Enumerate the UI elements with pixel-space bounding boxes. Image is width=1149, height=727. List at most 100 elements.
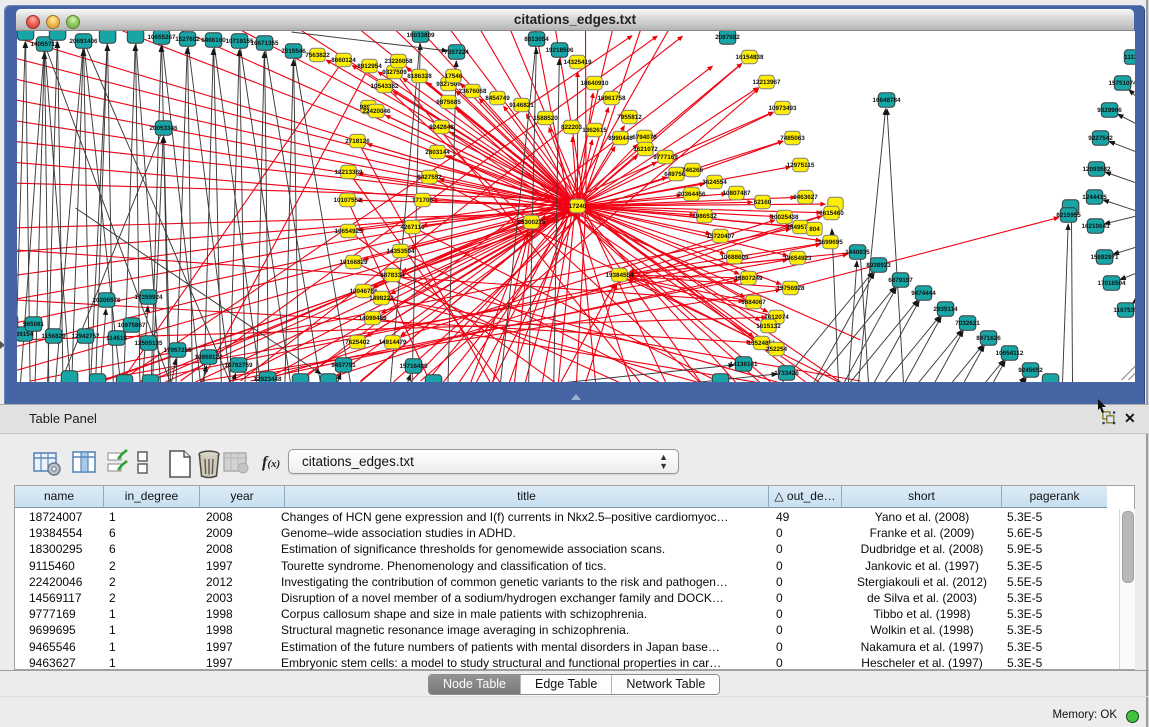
svg-text:985081: 985081 [22, 321, 44, 328]
svg-text:114515: 114515 [106, 335, 127, 342]
svg-text:1156829: 1156829 [41, 333, 66, 340]
svg-text:10654112: 10654112 [995, 350, 1023, 357]
svg-text:19218506: 19218506 [545, 47, 574, 54]
svg-text:20053346: 20053346 [149, 125, 178, 132]
svg-text:19654923: 19654923 [783, 255, 812, 262]
svg-text:62160: 62160 [753, 199, 771, 206]
svg-text:9329966: 9329966 [1097, 107, 1122, 114]
svg-text:10543382: 10543382 [370, 83, 399, 90]
svg-text:1588520: 1588520 [533, 115, 558, 122]
svg-text:9777169: 9777169 [653, 154, 678, 161]
svg-text:10107552: 10107552 [333, 197, 362, 204]
svg-text:4267110: 4267110 [400, 224, 425, 231]
svg-text:12975115: 12975115 [786, 162, 814, 169]
svg-text:23226058: 23226058 [384, 58, 413, 65]
svg-text:9457791: 9457791 [331, 362, 356, 369]
svg-text:16671355: 16671355 [250, 40, 279, 47]
svg-text:7955812: 7955812 [617, 114, 642, 121]
svg-text:1615132: 1615132 [756, 323, 781, 330]
svg-text:8427552: 8427552 [417, 174, 442, 181]
svg-text:822203: 822203 [560, 124, 582, 131]
svg-text:14136141: 14136141 [729, 361, 758, 368]
svg-text:9875685: 9875685 [436, 99, 461, 106]
svg-text:9699695: 9699695 [818, 239, 843, 246]
svg-text:18640910: 18640910 [580, 80, 609, 87]
svg-text:14353594: 14353594 [386, 248, 415, 255]
svg-text:10975867: 10975867 [117, 322, 146, 329]
svg-text:7515546: 7515546 [281, 48, 306, 55]
svg-text:8938923: 8938923 [866, 262, 891, 269]
svg-text:17546: 17546 [444, 73, 462, 80]
svg-text:9615460: 9615460 [819, 210, 844, 217]
svg-text:22420046: 22420046 [362, 108, 391, 115]
svg-text:10807487: 10807487 [722, 190, 751, 197]
svg-text:20206576: 20206576 [92, 297, 121, 304]
svg-text:12213967: 12213967 [752, 79, 781, 86]
svg-text:2718126: 2718126 [345, 138, 370, 145]
svg-text:9146821: 9146821 [509, 102, 534, 109]
svg-text:12213369: 12213369 [334, 169, 363, 176]
svg-text:12942757: 12942757 [71, 333, 100, 340]
svg-text:10688609: 10688609 [720, 254, 749, 261]
svg-text:804: 804 [809, 226, 820, 233]
svg-text:746266: 746266 [681, 167, 703, 174]
svg-text:16154838: 16154838 [735, 54, 764, 61]
svg-text:1527602: 1527602 [175, 36, 200, 43]
svg-text:17016504: 17016504 [1097, 280, 1126, 287]
svg-text:7357224: 7357224 [444, 49, 469, 56]
svg-text:1167535: 1167535 [1113, 307, 1135, 314]
svg-text:7986532: 7986532 [692, 213, 717, 220]
svg-text:10654925: 10654925 [334, 228, 363, 235]
svg-text:9474444: 9474444 [911, 290, 936, 297]
svg-text:14055712: 14055712 [30, 41, 59, 48]
svg-text:8878334: 8878334 [380, 272, 405, 279]
svg-text:20364456: 20364456 [677, 191, 706, 198]
svg-text:16210643: 16210643 [1081, 223, 1110, 230]
svg-text:2935114: 2935114 [933, 306, 958, 313]
svg-text:1362615: 1362615 [582, 127, 607, 134]
svg-text:1498222: 1498222 [369, 295, 394, 302]
svg-text:15751074: 15751074 [1108, 80, 1135, 87]
svg-text:8660124: 8660124 [331, 57, 356, 64]
svg-text:17957255: 17957255 [163, 347, 192, 354]
svg-text:10655267: 10655267 [147, 34, 176, 41]
svg-text:16648784: 16648784 [872, 97, 901, 104]
svg-text:12505135: 12505135 [134, 340, 163, 347]
svg-text:23676068: 23676068 [458, 88, 487, 95]
svg-text:9463627: 9463627 [793, 194, 818, 201]
svg-text:39154: 39154 [17, 331, 34, 338]
svg-text:1733426: 1733426 [774, 370, 799, 377]
svg-text:9242848: 9242848 [429, 124, 454, 131]
svg-text:7625402: 7625402 [345, 339, 370, 346]
svg-text:12923448: 12923448 [253, 376, 282, 382]
svg-text:9884067: 9884067 [741, 299, 766, 306]
svg-text:252254: 252254 [765, 346, 787, 353]
svg-text:6879197: 6879197 [888, 277, 913, 284]
svg-text:8186328: 8186328 [407, 73, 432, 80]
svg-text:19756928: 19756928 [776, 285, 805, 292]
svg-text:2803144: 2803144 [425, 149, 450, 156]
svg-text:16961758: 16961758 [597, 95, 626, 102]
svg-text:18807249: 18807249 [734, 275, 763, 282]
svg-text:17240: 17240 [568, 203, 586, 210]
svg-text:16033809: 16033809 [406, 32, 435, 39]
svg-text:15716485: 15716485 [399, 363, 428, 370]
svg-text:171700: 171700 [411, 197, 433, 204]
svg-text:10958127: 10958127 [194, 354, 223, 361]
svg-text:19384554: 19384554 [605, 272, 634, 279]
svg-text:25300275: 25300275 [517, 219, 546, 226]
svg-text:8215955: 8215955 [1056, 212, 1081, 219]
svg-text:15692971: 15692971 [1090, 254, 1119, 261]
svg-text:9227542: 9227542 [1088, 135, 1113, 142]
svg-text:10973493: 10973493 [768, 105, 797, 112]
svg-text:8454749: 8454749 [485, 95, 510, 102]
svg-text:2087682: 2087682 [715, 34, 740, 41]
svg-text:8813054: 8813054 [524, 36, 549, 43]
svg-text:7563822: 7563822 [305, 52, 330, 59]
svg-text:6466160: 6466160 [201, 37, 226, 44]
svg-text:11121: 11121 [1124, 54, 1135, 61]
svg-text:1244415: 1244415 [1082, 194, 1107, 201]
svg-text:15720407: 15720407 [706, 233, 735, 240]
svg-text:9327509: 9327509 [382, 69, 407, 76]
svg-text:17359924: 17359924 [134, 294, 163, 301]
